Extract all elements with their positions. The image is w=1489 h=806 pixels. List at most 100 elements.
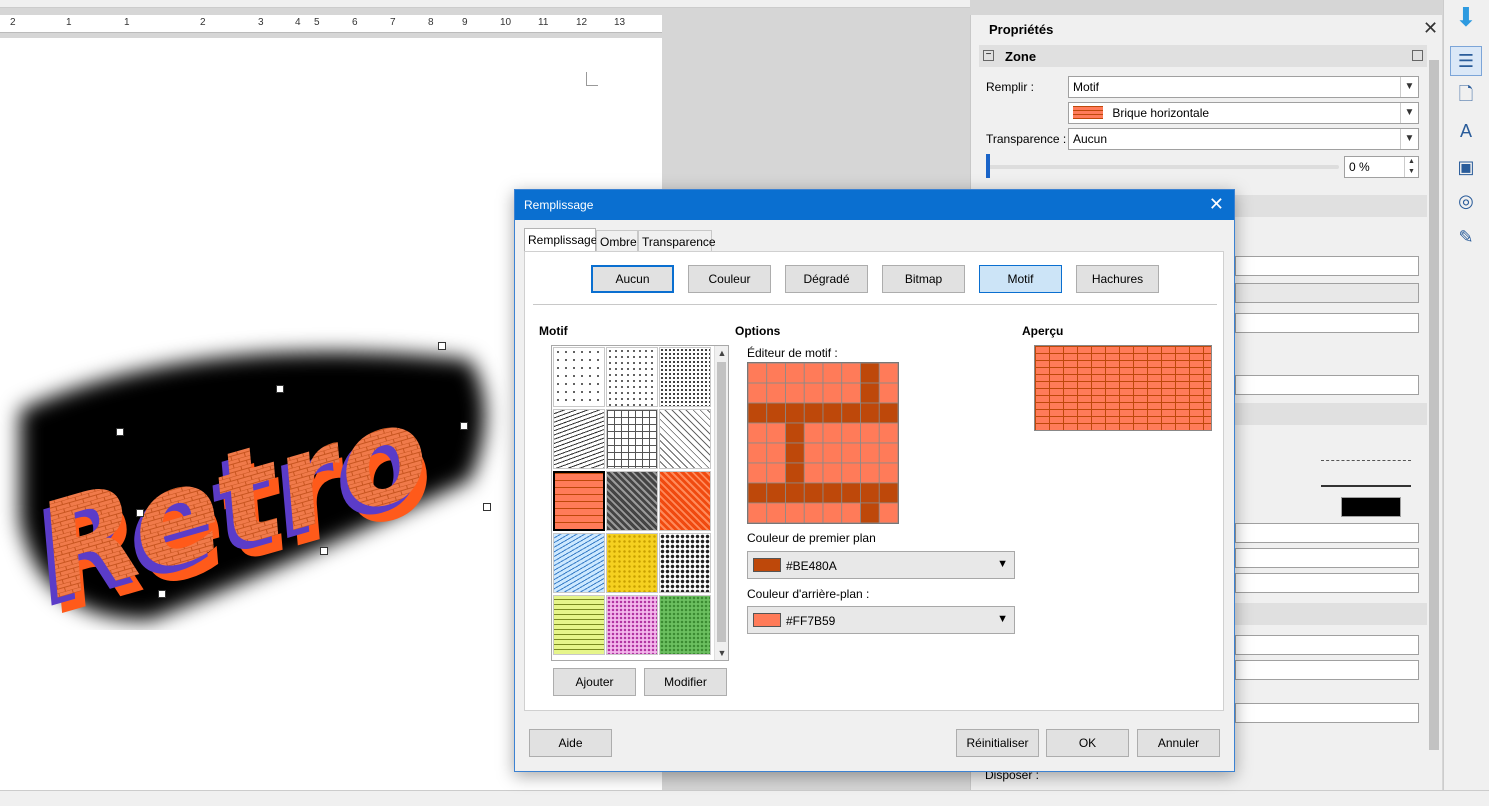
pattern-cell[interactable]: [748, 482, 768, 504]
pattern-blue-waves[interactable]: [553, 533, 605, 593]
pattern-cell[interactable]: [860, 382, 880, 404]
annuler-button[interactable]: Annuler: [1137, 729, 1220, 757]
pattern-cell[interactable]: [803, 482, 824, 504]
sidebar-close-button[interactable]: ✕: [1423, 18, 1438, 39]
selection-handle[interactable]: [320, 547, 328, 555]
selection-handle[interactable]: [438, 342, 446, 350]
couleur-button[interactable]: Couleur: [688, 265, 771, 293]
ajouter-button[interactable]: Ajouter: [553, 668, 636, 696]
transparency-slider-thumb[interactable]: [986, 154, 990, 178]
scroll-down-icon[interactable]: ▼: [715, 646, 729, 660]
pattern-cell[interactable]: [748, 363, 768, 384]
tab-transparence[interactable]: Transparence: [638, 230, 716, 252]
line-width-dropdown[interactable]: [1321, 467, 1411, 487]
pattern-dots-dense[interactable]: [659, 347, 711, 407]
pattern-diagonal-lines[interactable]: [553, 409, 605, 469]
sidebar-field[interactable]: [1235, 313, 1419, 333]
sidebar-field[interactable]: [1235, 375, 1419, 395]
pattern-cell[interactable]: [785, 502, 805, 523]
pattern-cell[interactable]: [822, 402, 843, 424]
selection-handle[interactable]: [116, 428, 124, 436]
pattern-cell[interactable]: [766, 422, 786, 444]
pattern-cell[interactable]: [860, 422, 880, 444]
pattern-orange-weave[interactable]: [659, 471, 711, 531]
pattern-cell[interactable]: [785, 482, 805, 504]
pattern-dark-weave[interactable]: [606, 471, 658, 531]
pattern-cell[interactable]: [841, 382, 861, 404]
transparency-percent-field[interactable]: 0 % ▲ ▼: [1344, 156, 1419, 178]
foreground-color-dropdown[interactable]: #BE480A ▼: [747, 551, 1015, 579]
pattern-cell[interactable]: [822, 462, 843, 484]
pattern-cell[interactable]: [841, 462, 861, 484]
pattern-cell[interactable]: [748, 462, 768, 484]
pattern-cell[interactable]: [878, 482, 898, 504]
pattern-cell[interactable]: [860, 402, 880, 424]
pattern-diagonal-dashes[interactable]: [659, 409, 711, 469]
pattern-cell[interactable]: [766, 363, 786, 384]
pattern-cell[interactable]: [785, 442, 805, 464]
pattern-dots-sparse[interactable]: [553, 347, 605, 407]
selection-handle[interactable]: [136, 509, 144, 517]
page-icon[interactable]: 🗋: [1450, 82, 1482, 112]
pattern-cell[interactable]: [766, 442, 786, 464]
pattern-cell[interactable]: [860, 442, 880, 464]
pattern-cell[interactable]: [860, 482, 880, 504]
pattern-cell[interactable]: [748, 502, 768, 523]
pattern-cell[interactable]: [785, 422, 805, 444]
pattern-cell[interactable]: [748, 422, 768, 444]
pattern-black-mesh[interactable]: [659, 533, 711, 593]
pattern-cell[interactable]: [822, 442, 843, 464]
pattern-cell[interactable]: [766, 502, 786, 523]
pattern-cell[interactable]: [878, 442, 898, 464]
pattern-cell[interactable]: [822, 382, 843, 404]
pattern-pink-dots[interactable]: [606, 595, 658, 655]
sidebar-dropdown[interactable]: [1235, 548, 1419, 568]
pattern-cell[interactable]: [860, 363, 880, 384]
tab-ombre[interactable]: Ombre: [596, 230, 638, 252]
pattern-cell[interactable]: [841, 402, 861, 424]
more-options-icon[interactable]: [1412, 50, 1423, 61]
selection-handle[interactable]: [158, 590, 166, 598]
pattern-cell[interactable]: [841, 422, 861, 444]
background-color-dropdown[interactable]: #FF7B59 ▼: [747, 606, 1015, 634]
pattern-select[interactable]: Brique horizontale ▼: [1068, 102, 1419, 124]
sidebar-field[interactable]: [1235, 523, 1419, 543]
pattern-cell[interactable]: [860, 502, 880, 523]
pattern-cell[interactable]: [803, 382, 824, 404]
sidebar-field[interactable]: [1235, 703, 1419, 723]
dialog-titlebar[interactable]: Remplissage ✕: [515, 190, 1234, 220]
gallery-icon[interactable]: ▣: [1450, 152, 1482, 182]
pattern-cell[interactable]: [803, 442, 824, 464]
pattern-list-scrollbar[interactable]: ▲ ▼: [714, 346, 728, 660]
pattern-list[interactable]: ▲ ▼: [551, 345, 729, 661]
collapse-icon[interactable]: −: [983, 50, 994, 61]
pattern-cell[interactable]: [748, 382, 768, 404]
pattern-cell[interactable]: [803, 363, 824, 384]
pattern-cell[interactable]: [803, 402, 824, 424]
selection-handle[interactable]: [276, 385, 284, 393]
style-inspector-icon[interactable]: ✎: [1450, 222, 1482, 252]
pattern-cell[interactable]: [841, 442, 861, 464]
sidebar-field[interactable]: [1235, 660, 1419, 680]
pattern-yellow-dots[interactable]: [606, 533, 658, 593]
pattern-cell[interactable]: [841, 482, 861, 504]
spin-buttons-icon[interactable]: ▲ ▼: [1404, 157, 1418, 177]
bitmap-button[interactable]: Bitmap: [882, 265, 965, 293]
zone-section-header[interactable]: − Zone: [979, 45, 1427, 67]
sidebar-dropdown[interactable]: [1235, 283, 1419, 303]
sidebar-field[interactable]: [1235, 635, 1419, 655]
pattern-cell[interactable]: [766, 382, 786, 404]
modifier-button[interactable]: Modifier: [644, 668, 727, 696]
transparence-select[interactable]: Aucun ▼: [1068, 128, 1419, 150]
pattern-cell[interactable]: [803, 502, 824, 523]
pattern-cell[interactable]: [878, 502, 898, 523]
pattern-cell[interactable]: [841, 363, 861, 384]
pattern-cell[interactable]: [878, 462, 898, 484]
properties-icon[interactable]: ☰: [1450, 46, 1482, 76]
sidebar-dropdown[interactable]: [1235, 573, 1419, 593]
reinitialiser-button[interactable]: Réinitialiser: [956, 729, 1039, 757]
pattern-cell[interactable]: [785, 363, 805, 384]
pattern-cell[interactable]: [748, 442, 768, 464]
aide-button[interactable]: Aide: [529, 729, 612, 757]
pattern-cell[interactable]: [766, 482, 786, 504]
